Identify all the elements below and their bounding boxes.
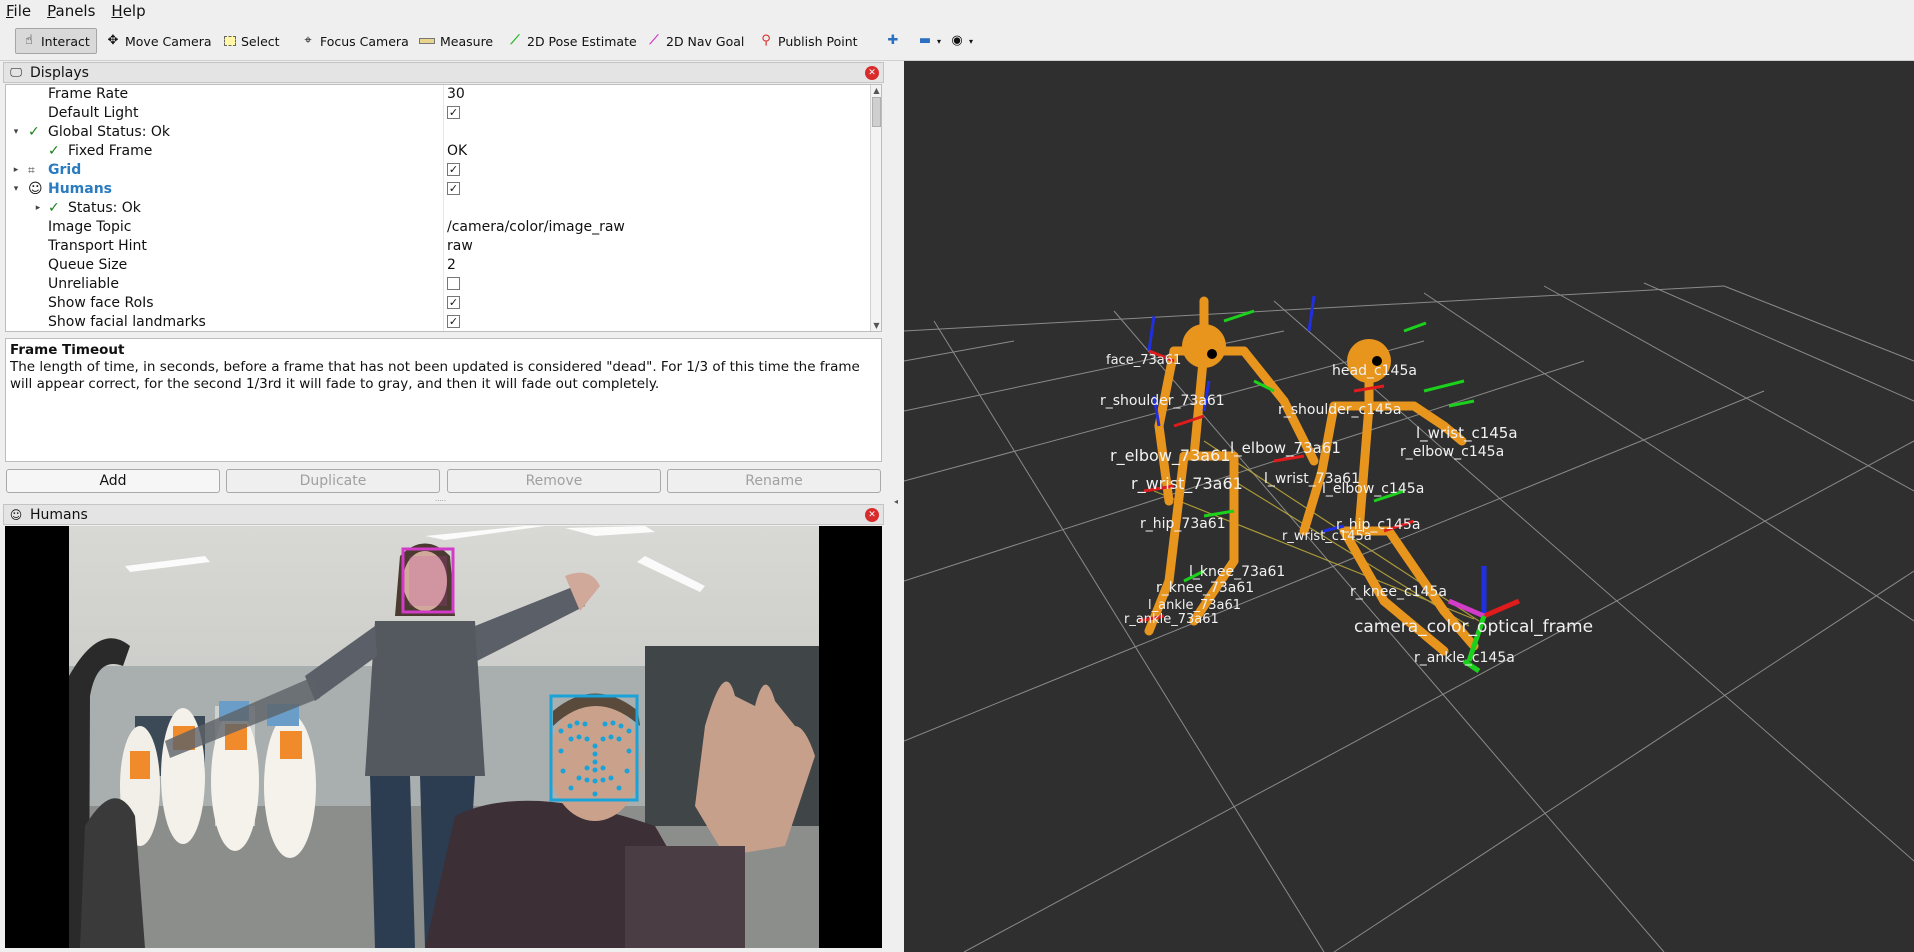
remove-button[interactable]: Remove (447, 469, 661, 493)
tree-row-status[interactable]: ▸ ✓ Status: Ok (6, 199, 866, 218)
tree-row-image-topic[interactable]: Image Topic /camera/color/image_raw (6, 218, 866, 237)
pose-estimate-tool-button[interactable]: ⟋ 2D Pose Estimate (502, 28, 643, 54)
tf-label: r_shoulder_73a61 (1100, 393, 1225, 409)
smiley-icon: ☺ (9, 507, 23, 522)
eye-icon: ◉ (951, 33, 963, 48)
tf-label: r_wrist_c145a (1282, 529, 1372, 544)
smiley-icon: ☺ (28, 181, 43, 197)
camera-image (5, 526, 882, 948)
tree-row-grid[interactable]: ▸ ⌗ Grid ✓ (6, 161, 866, 180)
scroll-down-icon[interactable]: ▼ (871, 320, 881, 331)
remove-tool-button[interactable]: ▬ ▾ (912, 28, 947, 54)
checkbox[interactable] (447, 276, 460, 290)
tf-label: r_ankle_73a61 (1124, 612, 1219, 627)
tf-label: r_wrist_73a61 (1131, 474, 1243, 493)
tf-label: l_knee_73a61 (1189, 564, 1286, 580)
monitor-icon: 🖵 (10, 65, 22, 79)
grid-icon: ⌗ (28, 163, 35, 177)
close-icon[interactable]: ✕ (865, 508, 879, 522)
expand-arrow-icon[interactable]: ▾ (10, 180, 22, 199)
displays-tree: Frame Rate 30 Default Light ✓ ▾ ✓ Global… (5, 84, 882, 332)
tree-row-unreliable[interactable]: Unreliable (6, 275, 866, 294)
ruler-icon (419, 38, 435, 44)
property-description: Frame Timeout The length of time, in sec… (5, 338, 882, 462)
check-icon: ✓ (48, 200, 60, 216)
tf-label: head_c145a (1332, 363, 1417, 379)
hand-pointer-icon: ☝ (25, 33, 33, 48)
menu-help[interactable]: Help (111, 2, 145, 20)
tree-row-humans[interactable]: ▾ ☺ Humans ✓ (6, 180, 866, 199)
menu-panels[interactable]: Panels (47, 2, 95, 20)
checkbox[interactable]: ✓ (447, 295, 460, 309)
description-title: Frame Timeout (10, 342, 125, 358)
tf-label: r_knee_c145a (1350, 584, 1447, 600)
tree-row-queue-size[interactable]: Queue Size 2 (6, 256, 866, 275)
nav-goal-tool-button[interactable]: ⟋ 2D Nav Goal (641, 28, 750, 54)
move-arrows-icon: ✥ (107, 33, 119, 48)
tf-label: r_knee_73a61 (1156, 580, 1255, 596)
tree-row-transport-hint[interactable]: Transport Hint raw (6, 237, 866, 256)
tf-label: r_hip_73a61 (1140, 516, 1226, 532)
menu-file[interactable]: File (6, 2, 31, 20)
move-camera-tool-button[interactable]: ✥ Move Camera (100, 28, 218, 54)
menubar: File Panels Help (0, 0, 1914, 22)
interact-tool-button[interactable]: ☝ Interact (15, 28, 97, 54)
humans-panel-header: ☺ Humans ✕ (3, 504, 884, 525)
viewport-scene (904, 282, 1914, 952)
map-pin-icon: ⚲ (761, 33, 771, 48)
green-arrow-icon: ⟋ (510, 33, 520, 48)
select-rect-icon (224, 36, 236, 46)
focus-crosshair-icon: ⌖ (304, 33, 312, 48)
tf-label: l_elbow_c145a (1322, 481, 1425, 497)
displays-panel-header: 🖵 Displays ✕ (3, 62, 884, 83)
minus-icon: ▬ (918, 33, 932, 48)
check-icon: ✓ (48, 143, 60, 159)
tf-label: r_ankle_c145a (1414, 650, 1515, 666)
tf-label: r_elbow_73a61 (1110, 446, 1231, 465)
measure-tool-button[interactable]: Measure (413, 28, 499, 54)
publish-point-tool-button[interactable]: ⚲ Publish Point (753, 28, 864, 54)
checkbox[interactable]: ✓ (447, 105, 460, 119)
tree-row-show-face-rois[interactable]: Show face RoIs ✓ (6, 294, 866, 313)
view-options-button[interactable]: ◉ ▾ (944, 28, 979, 54)
toolbar: ☝ Interact ✥ Move Camera Select ⌖ Focus … (0, 23, 1914, 61)
scroll-up-icon[interactable]: ▲ (871, 85, 881, 96)
close-icon[interactable]: ✕ (865, 66, 879, 80)
head-73a61 (1182, 324, 1226, 368)
select-tool-button[interactable]: Select (218, 28, 286, 54)
checkbox[interactable]: ✓ (447, 314, 460, 328)
tree-row-show-facial-landmarks[interactable]: Show facial landmarks ✓ (6, 313, 866, 331)
tf-label: r_elbow_c145a (1400, 444, 1505, 460)
scroll-thumb[interactable] (872, 97, 881, 127)
expand-arrow-icon[interactable]: ▸ (32, 199, 44, 218)
expand-arrow-icon[interactable]: ▸ (10, 161, 22, 180)
expand-arrow-icon[interactable]: ▾ (10, 123, 22, 142)
duplicate-button[interactable]: Duplicate (226, 469, 440, 493)
tf-label: l_wrist_c145a (1416, 424, 1518, 442)
3d-viewport[interactable]: face_73a61 r_shoulder_73a61 l_elbow_73a6… (904, 61, 1914, 952)
tree-row-default-light[interactable]: Default Light ✓ (6, 104, 866, 123)
add-button[interactable]: Add (6, 469, 220, 493)
check-icon: ✓ (28, 124, 40, 140)
tf-label: face_73a61 (1106, 353, 1182, 368)
description-text: The length of time, in seconds, before a… (10, 359, 860, 392)
camera-feed (5, 526, 882, 948)
magenta-arrow-icon: ⟋ (649, 33, 659, 48)
tf-label: l_elbow_73a61 (1230, 439, 1341, 457)
tree-row-global-status[interactable]: ▾ ✓ Global Status: Ok (6, 123, 866, 142)
tf-label: r_shoulder_c145a (1278, 402, 1402, 418)
checkbox[interactable]: ✓ (447, 162, 460, 176)
collapse-arrow-icon[interactable]: ◂ (894, 497, 898, 506)
checkbox[interactable]: ✓ (447, 181, 460, 195)
tf-label-camera: camera_color_optical_frame (1354, 617, 1594, 637)
focus-camera-tool-button[interactable]: ⌖ Focus Camera (295, 28, 415, 54)
tree-scrollbar[interactable]: ▲ ▼ (870, 85, 881, 331)
tf-label: l_ankle_73a61 (1148, 598, 1242, 613)
tree-row-frame-rate[interactable]: Frame Rate 30 (6, 85, 866, 104)
column-separator (443, 85, 444, 331)
rename-button[interactable]: Rename (667, 469, 881, 493)
add-tool-button[interactable]: ✚ (880, 28, 906, 54)
tree-row-fixed-frame[interactable]: ✓ Fixed Frame OK (6, 142, 866, 161)
plus-icon: ✚ (887, 33, 899, 48)
